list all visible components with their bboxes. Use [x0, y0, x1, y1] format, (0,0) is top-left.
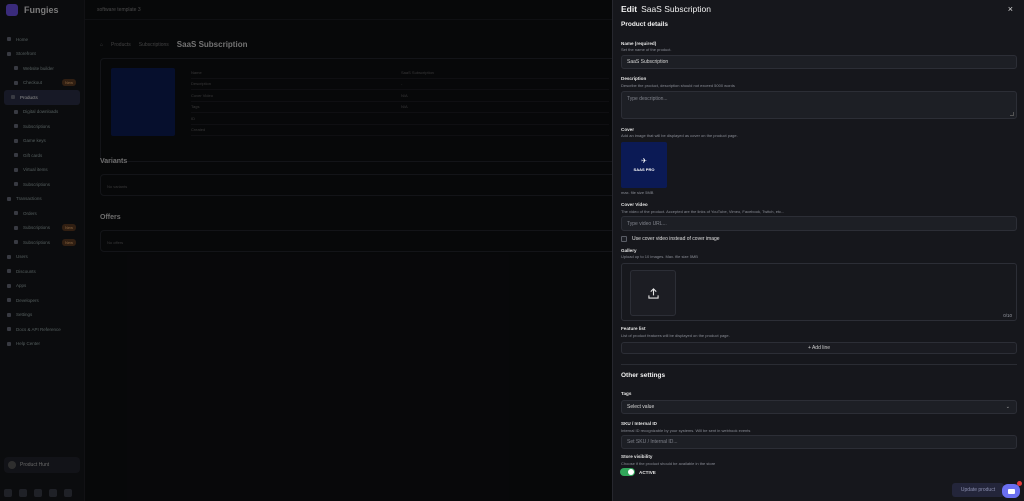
- tags-label: Tags: [621, 391, 632, 396]
- store-visibility-control: ACTIVE: [620, 468, 656, 476]
- gallery-count: 0/10: [1003, 313, 1012, 318]
- plane-icon: ✈: [641, 158, 647, 165]
- sku-input[interactable]: Set SKU / Internal ID...: [621, 435, 1017, 449]
- drawer-title-name: SaaS Subscription: [641, 4, 711, 14]
- gallery-help: Upload up to 10 images. Max. file size 5…: [621, 254, 698, 259]
- tags-select[interactable]: Select value ⌄: [621, 400, 1017, 414]
- store-visibility-help: Choose if the product should be availabl…: [621, 461, 716, 466]
- add-line-button[interactable]: + Add line: [621, 342, 1017, 354]
- cover-max-size: max. file size 5MB: [621, 190, 654, 195]
- notification-dot: [1017, 481, 1022, 486]
- description-label: Description: [621, 76, 647, 81]
- description-textarea[interactable]: Type description...: [621, 91, 1017, 119]
- use-cover-video-checkbox[interactable]: [621, 236, 627, 242]
- resize-handle-icon[interactable]: [1010, 112, 1014, 116]
- modal-backdrop[interactable]: [0, 0, 612, 501]
- store-visibility-state: ACTIVE: [639, 469, 656, 475]
- drawer-title-prefix: Edit: [621, 4, 638, 14]
- drawer-title: Edit SaaS Subscription: [621, 4, 711, 14]
- name-input[interactable]: SaaS Subscription: [621, 55, 1017, 69]
- store-visibility-label: Store visibility: [621, 454, 653, 459]
- sku-help: Internal ID recognizable by your systems…: [621, 428, 751, 433]
- cover-video-input[interactable]: Type video URL...: [621, 216, 1017, 231]
- description-placeholder: Type description...: [627, 96, 668, 102]
- edit-product-drawer: Edit SaaS Subscription × Product details…: [612, 0, 1024, 501]
- section-divider: [621, 364, 1017, 365]
- sku-label: SKU / Internal ID: [621, 421, 657, 426]
- cover-video-label: Cover Video: [621, 202, 648, 207]
- gallery-label: Gallery: [621, 248, 637, 253]
- description-help: Describe the product, description should…: [621, 83, 735, 88]
- chevron-down-icon: ⌄: [1005, 404, 1010, 410]
- feature-list-label: Feature list: [621, 326, 646, 331]
- upload-icon: [647, 287, 659, 299]
- cover-image[interactable]: ✈ SAAS PRO: [621, 142, 667, 188]
- cover-video-help: The video of the product. Accepted are t…: [621, 209, 785, 214]
- upload-tile[interactable]: [630, 270, 676, 316]
- cover-caption: SAAS PRO: [633, 167, 655, 172]
- tags-select-value: Select value: [627, 404, 655, 410]
- product-details-heading: Product details: [621, 21, 668, 28]
- name-label: Name (required): [621, 41, 657, 46]
- gallery-dropzone[interactable]: 0/10: [621, 263, 1017, 321]
- app-root: Fungies Home Storefront Website builder Che…: [0, 0, 1024, 501]
- use-cover-video-option[interactable]: Use cover video instead of cover image: [621, 236, 720, 242]
- chat-icon: [1007, 488, 1015, 494]
- close-icon[interactable]: ×: [1008, 4, 1013, 14]
- cover-help: Add an image that will be displayed as c…: [621, 133, 738, 138]
- feature-list-help: List of product features will be display…: [621, 333, 730, 338]
- name-help: Set the name of the product.: [621, 47, 672, 52]
- use-cover-video-label: Use cover video instead of cover image: [632, 236, 720, 242]
- other-settings-heading: Other settings: [621, 372, 666, 379]
- cover-label: Cover: [621, 127, 635, 132]
- update-product-button[interactable]: Update product: [952, 483, 1004, 497]
- store-visibility-toggle[interactable]: [620, 468, 635, 476]
- chat-widget-button[interactable]: [1002, 484, 1020, 498]
